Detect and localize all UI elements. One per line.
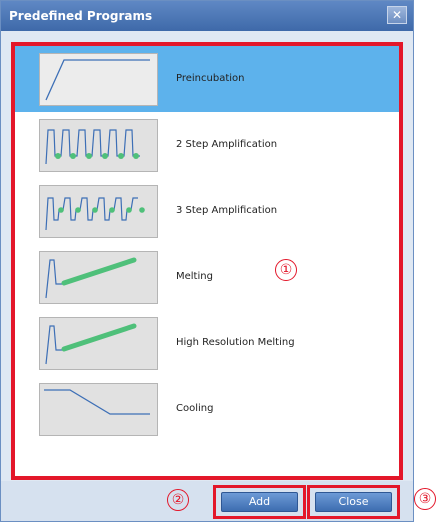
- melting-curve-icon: [39, 251, 158, 304]
- program-item-high-resolution-melting[interactable]: High Resolution Melting: [15, 310, 399, 376]
- program-label: Melting: [176, 271, 213, 282]
- cooling-curve-icon: [39, 383, 158, 436]
- close-button[interactable]: Close: [315, 492, 392, 512]
- program-item-cooling[interactable]: Cooling: [15, 376, 399, 442]
- annotation-2: ②: [167, 489, 189, 511]
- program-item-melting[interactable]: Melting: [15, 244, 399, 310]
- add-button-highlight: Add: [213, 485, 306, 519]
- predefined-programs-dialog: Predefined Programs ✕ Preincubation 2 St…: [0, 0, 414, 522]
- close-button-highlight: Close: [307, 485, 400, 519]
- program-label: High Resolution Melting: [176, 337, 295, 348]
- annotation-3: ③: [414, 488, 436, 510]
- preincubation-curve-icon: [39, 53, 158, 106]
- close-icon[interactable]: ✕: [387, 6, 407, 24]
- annotation-1: ①: [275, 259, 297, 281]
- three-step-amplification-curve-icon: [39, 185, 158, 238]
- dialog-title: Predefined Programs: [9, 9, 153, 23]
- high-resolution-melting-curve-icon: [39, 317, 158, 370]
- program-list: Preincubation 2 Step Amplification 3 Ste…: [11, 42, 403, 480]
- program-item-preincubation[interactable]: Preincubation: [15, 46, 399, 112]
- title-bar: Predefined Programs ✕: [1, 1, 413, 31]
- two-step-amplification-curve-icon: [39, 119, 158, 172]
- program-label: 2 Step Amplification: [176, 139, 278, 150]
- program-label: 3 Step Amplification: [176, 205, 278, 216]
- add-button[interactable]: Add: [221, 492, 298, 512]
- program-item-3-step-amplification[interactable]: 3 Step Amplification: [15, 178, 399, 244]
- program-item-2-step-amplification[interactable]: 2 Step Amplification: [15, 112, 399, 178]
- program-label: Cooling: [176, 403, 214, 414]
- program-label: Preincubation: [176, 73, 245, 84]
